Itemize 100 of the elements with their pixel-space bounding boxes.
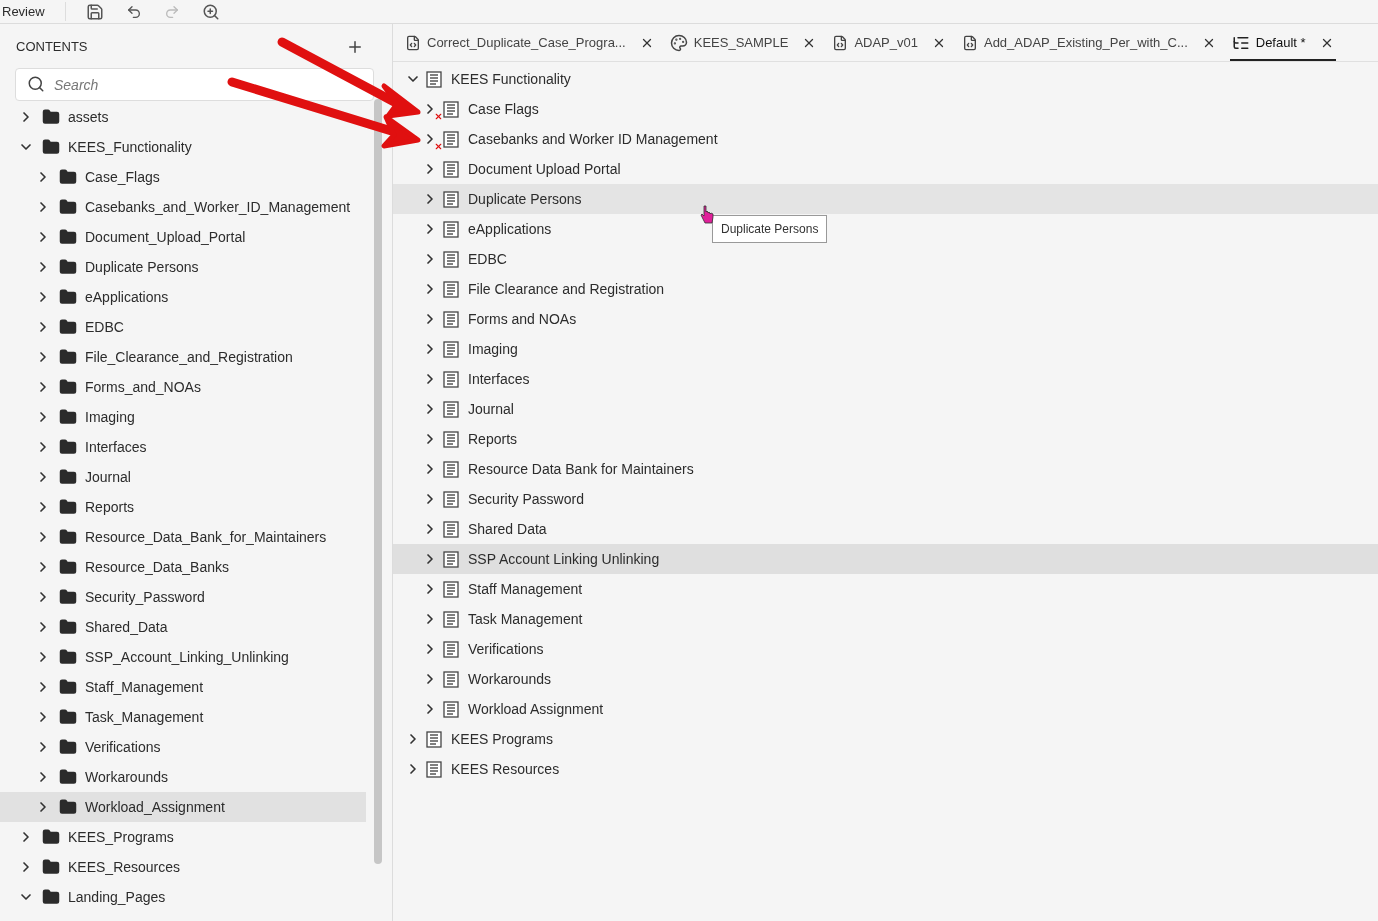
- toc-label: KEES Resources: [451, 759, 560, 779]
- tree-item[interactable]: Security_Password: [35, 582, 205, 612]
- tree-item[interactable]: Staff_Management: [35, 672, 204, 702]
- toc-item[interactable]: Task Management: [422, 604, 583, 634]
- tree-item[interactable]: Shared_Data: [35, 612, 168, 642]
- toc-item[interactable]: KEES Functionality: [405, 64, 571, 94]
- toc-item[interactable]: EDBC: [422, 244, 507, 274]
- toc-item[interactable]: Resource Data Bank for Maintainers: [422, 454, 694, 484]
- folder-label: Imaging: [85, 407, 135, 427]
- tooltip: Duplicate Persons: [712, 215, 828, 243]
- tree-item[interactable]: Document_Upload_Portal: [35, 222, 246, 252]
- toc-item[interactable]: Shared Data: [422, 514, 547, 544]
- toc-item[interactable]: Forms and NOAs: [422, 304, 577, 334]
- review-menu[interactable]: Review: [0, 1, 66, 22]
- document-icon: [443, 580, 459, 598]
- toc-item[interactable]: Staff Management: [422, 574, 583, 604]
- tree-item[interactable]: Resource_Data_Bank_for_Maintainers: [35, 522, 327, 552]
- toc-item[interactable]: Workload Assignment: [422, 694, 604, 724]
- toc-label: Verifications: [468, 639, 544, 659]
- toc-item[interactable]: Casebanks and Worker ID Management: [422, 124, 718, 154]
- tree-item[interactable]: Task_Management: [35, 702, 204, 732]
- toc-label: Resource Data Bank for Maintainers: [468, 459, 694, 479]
- document-icon: [443, 250, 459, 268]
- toc-label: Workarounds: [468, 669, 551, 689]
- tree-item[interactable]: assets: [18, 102, 109, 132]
- tree-item[interactable]: EDBC: [35, 312, 124, 342]
- document-icon: [443, 310, 459, 328]
- toc-item[interactable]: Verifications: [422, 634, 544, 664]
- html-file-icon: [832, 35, 849, 51]
- toc-label: Document Upload Portal: [468, 159, 621, 179]
- tree-item[interactable]: Interfaces: [35, 432, 147, 462]
- tree-item[interactable]: Case_Flags: [35, 162, 160, 192]
- toc-item[interactable]: Duplicate Persons: [393, 184, 1378, 214]
- toc-item[interactable]: Workarounds: [422, 664, 551, 694]
- save-icon[interactable]: [85, 2, 104, 21]
- folder-icon: [59, 438, 77, 456]
- tree-item[interactable]: SSP_Account_Linking_Unlinking: [35, 642, 289, 672]
- toc-item[interactable]: File Clearance and Registration: [422, 274, 665, 304]
- html-file-icon: [961, 35, 978, 51]
- folder-icon: [59, 798, 77, 816]
- folder-icon: [59, 738, 77, 756]
- toc-item[interactable]: Document Upload Portal: [422, 154, 621, 184]
- folder-label: SSP_Account_Linking_Unlinking: [85, 647, 289, 667]
- toc-item[interactable]: Case Flags: [422, 94, 539, 124]
- undo-icon[interactable]: [125, 3, 142, 20]
- document-tab[interactable]: Add_ADAP_Existing_Per_with_C...: [959, 27, 1218, 61]
- search-field[interactable]: Search: [15, 68, 374, 101]
- folder-label: File_Clearance_and_Registration: [85, 347, 293, 367]
- tree-item[interactable]: eApplications: [35, 282, 169, 312]
- document-tab[interactable]: ADAP_v01: [830, 27, 948, 61]
- folder-icon: [59, 168, 77, 186]
- document-icon: [443, 160, 459, 178]
- toc-item[interactable]: Security Password: [422, 484, 584, 514]
- tree-item[interactable]: Workload_Assignment: [0, 792, 366, 822]
- tree-item[interactable]: Duplicate Persons: [35, 252, 199, 282]
- document-icon: [443, 340, 459, 358]
- folder-icon: [59, 618, 77, 636]
- tree-item[interactable]: Workarounds: [35, 762, 168, 792]
- toc-label: File Clearance and Registration: [468, 279, 665, 299]
- folder-label: Resource_Data_Banks: [85, 557, 229, 577]
- folder-icon: [59, 258, 77, 276]
- document-tab[interactable]: KEES_SAMPLE: [667, 27, 819, 61]
- folder-label: Casebanks_and_Worker_ID_Management: [85, 197, 351, 217]
- folder-label: Document_Upload_Portal: [85, 227, 246, 247]
- folder-label: Staff_Management: [85, 677, 204, 697]
- tree-item[interactable]: File_Clearance_and_Registration: [35, 342, 293, 372]
- document-tab[interactable]: Default *: [1229, 27, 1336, 61]
- toc-item[interactable]: KEES Resources: [405, 754, 560, 784]
- toc-item[interactable]: KEES Programs: [405, 724, 553, 754]
- document-tab[interactable]: Correct_Duplicate_Case_Progra...: [403, 27, 656, 61]
- document-icon: [443, 280, 459, 298]
- tree-item[interactable]: Resource_Data_Banks: [35, 552, 229, 582]
- tree-item[interactable]: KEES_Functionality: [18, 132, 192, 162]
- tree-item[interactable]: KEES_Programs: [18, 822, 174, 852]
- folder-icon: [59, 288, 77, 306]
- tree-item[interactable]: Journal: [35, 462, 131, 492]
- zoom-icon[interactable]: [201, 2, 220, 21]
- toc-item[interactable]: SSP Account Linking Unlinking: [393, 544, 1378, 574]
- toc-item[interactable]: Reports: [422, 424, 518, 454]
- toc-label: Security Password: [468, 489, 584, 509]
- toc-item[interactable]: Journal: [422, 394, 514, 424]
- toc-label: Task Management: [468, 609, 583, 629]
- add-icon[interactable]: [346, 38, 364, 56]
- toc-label: Case Flags: [468, 99, 539, 119]
- palette-icon: [669, 34, 688, 52]
- tree-item[interactable]: Forms_and_NOAs: [35, 372, 201, 402]
- folder-label: Interfaces: [85, 437, 147, 457]
- document-icon: [443, 460, 459, 478]
- tree-item[interactable]: Verifications: [35, 732, 161, 762]
- tree-item[interactable]: Landing_Pages: [18, 882, 166, 912]
- toc-item[interactable]: Interfaces: [422, 364, 530, 394]
- toc-item[interactable]: eApplications: [422, 214, 552, 244]
- tree-item[interactable]: Casebanks_and_Worker_ID_Management: [35, 192, 351, 222]
- scrollbar-thumb[interactable]: [374, 99, 382, 864]
- panel-title: CONTENTS: [16, 38, 88, 57]
- tree-item[interactable]: KEES_Resources: [18, 852, 181, 882]
- tree-item[interactable]: Reports: [35, 492, 135, 522]
- tree-item[interactable]: Imaging: [35, 402, 135, 432]
- toc-item[interactable]: Imaging: [422, 334, 518, 364]
- document-icon: [426, 760, 442, 778]
